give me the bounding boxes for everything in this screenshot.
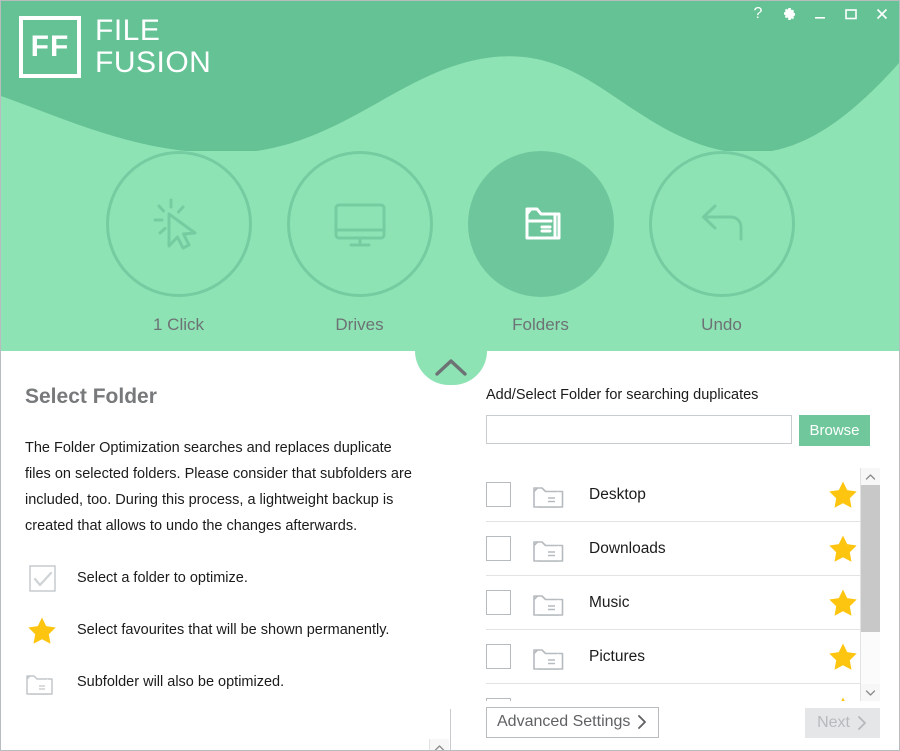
- folder-path-input[interactable]: [486, 415, 792, 444]
- window-controls: ?: [749, 5, 891, 23]
- chevron-right-icon: [638, 715, 647, 729]
- undo-arrow-icon: [701, 204, 742, 241]
- logo-line-1: FILE: [95, 14, 161, 47]
- nav-label: Folders: [512, 315, 569, 334]
- folder-name: Downloads: [589, 539, 666, 557]
- folder-list-scrollbar[interactable]: [860, 468, 880, 701]
- chevron-up-icon[interactable]: [430, 739, 449, 750]
- star-icon: [25, 615, 59, 645]
- folder-name: Music: [589, 593, 630, 611]
- next-label: Next: [817, 713, 850, 731]
- nav-label: Undo: [701, 315, 742, 334]
- folder-icon: [531, 696, 571, 702]
- star-icon[interactable]: [825, 534, 861, 563]
- info-panel-scrollbar[interactable]: [429, 739, 449, 750]
- folder-icon: [25, 667, 59, 697]
- logo-line-2: FUSION: [95, 46, 212, 79]
- table-row[interactable]: Downloads: [486, 522, 861, 576]
- path-field-row: Browse: [486, 415, 880, 446]
- legend-label: Select favourites that will be shown per…: [77, 622, 390, 638]
- nav-item-drives[interactable]: Drives: [269, 151, 450, 335]
- folder-icon: [531, 642, 571, 672]
- nav-circle: [648, 151, 795, 297]
- star-icon[interactable]: [825, 642, 861, 671]
- nav-item-1-click[interactable]: 1 Click: [88, 151, 269, 335]
- main-nav: 1 Click Drives Folders Undo: [1, 151, 899, 335]
- next-button[interactable]: Next: [805, 707, 880, 738]
- folder-list: Desktop Downloads Music Pictures: [486, 468, 861, 701]
- help-icon[interactable]: ?: [749, 5, 767, 23]
- path-field-label: Add/Select Folder for searching duplicat…: [486, 387, 759, 403]
- info-panel: Select Folder The Folder Optimization se…: [1, 351, 449, 750]
- file-fusion-window: FF FILE FUSION ? 1 Click Drives Folders …: [0, 0, 900, 751]
- chevron-right-icon: [858, 715, 866, 730]
- nav-label: 1 Click: [152, 315, 204, 334]
- nav-circle: [105, 151, 252, 297]
- folder-checkbox[interactable]: [486, 644, 511, 669]
- scrollbar-thumb[interactable]: [861, 485, 880, 633]
- nav-item-undo[interactable]: Undo: [631, 151, 812, 335]
- legend-item-favourite: Select favourites that will be shown per…: [25, 615, 415, 645]
- folder-icon: [531, 588, 571, 618]
- nav-circle: [467, 151, 614, 297]
- table-row[interactable]: [486, 684, 861, 701]
- app-logo: FF FILE FUSION: [19, 15, 211, 79]
- page-title: Select Folder: [25, 385, 157, 408]
- monitor-icon: [334, 203, 385, 247]
- folder-name: Desktop: [589, 485, 646, 503]
- panel-description: The Folder Optimization searches and rep…: [25, 440, 412, 534]
- legend-label: Select a folder to optimize.: [77, 570, 248, 586]
- legend-item-subfolder: Subfolder will also be optimized.: [25, 667, 415, 697]
- folder-icon: [531, 534, 571, 564]
- legend-item-checkbox: Select a folder to optimize.: [25, 563, 415, 593]
- browse-button[interactable]: Browse: [799, 415, 870, 446]
- folders-icon: [525, 207, 560, 240]
- folder-icon: [531, 480, 571, 510]
- table-row[interactable]: Music: [486, 576, 861, 630]
- scrollbar-track[interactable]: [861, 485, 880, 684]
- folder-selection-panel: Add/Select Folder for searching duplicat…: [449, 351, 898, 750]
- folder-checkbox[interactable]: [486, 698, 511, 701]
- checkbox-checked-icon: [25, 563, 59, 593]
- folder-checkbox[interactable]: [486, 482, 511, 507]
- legend-label: Subfolder will also be optimized.: [77, 674, 285, 690]
- advanced-settings-label: Advanced Settings: [497, 713, 631, 730]
- panel-footer: Advanced Settings Next: [486, 707, 880, 738]
- cursor-click-icon: [153, 198, 196, 250]
- minimize-icon[interactable]: [811, 5, 829, 23]
- table-row[interactable]: Desktop: [486, 468, 861, 522]
- star-icon[interactable]: [825, 696, 861, 701]
- star-icon[interactable]: [825, 588, 861, 617]
- logo-mark: FF: [19, 16, 81, 78]
- logo-wordmark: FILE FUSION: [95, 15, 211, 79]
- folder-name: Pictures: [589, 647, 645, 665]
- maximize-icon[interactable]: [842, 5, 860, 23]
- nav-circle: [286, 151, 433, 297]
- chevron-down-icon[interactable]: [861, 684, 880, 701]
- star-icon[interactable]: [825, 480, 861, 509]
- close-icon[interactable]: [873, 5, 891, 23]
- content-area: Select Folder The Folder Optimization se…: [1, 351, 899, 750]
- folder-checkbox[interactable]: [486, 536, 511, 561]
- nav-item-folders[interactable]: Folders: [450, 151, 631, 335]
- chevron-up-icon[interactable]: [861, 468, 880, 485]
- advanced-settings-button[interactable]: Advanced Settings: [486, 707, 660, 738]
- folder-checkbox[interactable]: [486, 590, 511, 615]
- legend-list: Select a folder to optimize. Select favo…: [25, 563, 415, 697]
- gear-icon[interactable]: [780, 5, 798, 23]
- chevron-up-icon: [435, 359, 467, 376]
- app-header: FF FILE FUSION ? 1 Click Drives Folders …: [1, 1, 899, 351]
- table-row[interactable]: Pictures: [486, 630, 861, 684]
- folder-list-container: Desktop Downloads Music Pictures: [486, 468, 880, 701]
- nav-label: Drives: [335, 315, 384, 334]
